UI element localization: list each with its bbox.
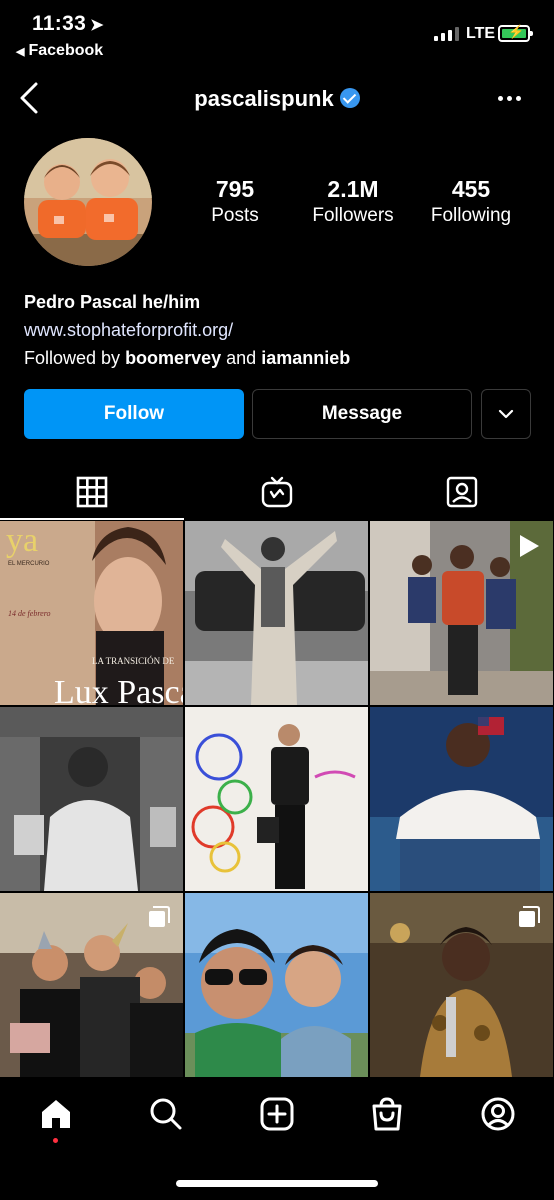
tagged-user-icon [446,476,478,508]
stat-posts[interactable]: 795 Posts [192,176,278,227]
bw-street-photo [185,521,368,705]
signal-icon [434,27,459,41]
more-options-button[interactable] [498,88,526,108]
profile-header: pascalispunk [0,78,554,122]
followed-by-prefix: Followed by [24,348,121,368]
magazine-cover-name: Lux Pascal [54,674,183,705]
verified-badge-icon [339,88,360,108]
search-icon [150,1098,182,1130]
home-icon [42,1100,70,1128]
nav-new-post[interactable] [257,1094,297,1134]
back-triangle-icon: ◀ [16,46,25,58]
profile-icon [481,1097,515,1131]
network-label: LTE [466,25,496,42]
nav-home[interactable] [36,1094,76,1134]
bottom-navigation [0,1080,554,1200]
message-button-label: Message [321,403,403,424]
add-post-icon [260,1097,294,1131]
battery-icon: ⚡ [498,24,533,42]
tab-tagged[interactable] [370,464,554,520]
post-thumbnail-magazine[interactable]: ya EL MERCURIO 14 de febrero LA TRANSICI… [0,521,183,705]
grid-icon [76,476,108,508]
video-play-icon [520,535,539,557]
message-button[interactable]: Message [252,389,472,439]
posts-grid: ya EL MERCURIO 14 de febrero LA TRANSICI… [0,521,554,1077]
igtv-icon [261,476,293,508]
shopping-bag-icon [372,1097,402,1131]
stat-posts-value: 795 [215,176,255,202]
stat-posts-label: Posts [211,205,259,226]
username-text: pascalispunk [194,86,334,111]
stat-followers-label: Followers [312,205,394,226]
back-to-app-link[interactable]: ◀ Facebook [16,42,103,60]
nav-profile[interactable] [478,1094,518,1134]
post-thumbnail[interactable] [185,707,368,891]
magazine-masthead: ya [6,522,38,559]
post-thumbnail-video[interactable] [370,521,553,705]
nav-shop[interactable] [367,1094,407,1134]
status-time: 11:33 ➤ [32,12,104,35]
post-thumbnail[interactable] [185,521,368,705]
suggested-accounts-button[interactable] [481,389,531,439]
followed-by-and: and [226,348,257,368]
carousel-icon [519,906,540,927]
portrait-photo [370,707,553,891]
profile-name: Pedro Pascal he/him [24,292,201,312]
post-thumbnail[interactable] [370,707,553,891]
follow-button-label: Follow [103,403,165,424]
profile-username: pascalispunk [0,86,554,112]
stat-following[interactable]: 455 Following [420,176,522,227]
followed-by-line[interactable]: Followed by boomervey and iamannieb [24,344,350,372]
magazine-subhead: EL MERCURIO [8,561,50,567]
bw-library-photo [0,707,183,891]
followed-by-user: iamannieb [261,348,351,368]
tab-posts-grid[interactable] [0,464,184,520]
stat-following-label: Following [430,205,512,226]
profile-bio: Pedro Pascal he/him www.stophateforprofi… [24,288,350,372]
profile-stats: 795 Posts 2.1M Followers 455 Following [0,176,554,236]
profile-tabs [0,464,554,520]
stat-followers-value: 2.1M [327,176,379,202]
nav-search[interactable] [146,1094,186,1134]
profile-website-link[interactable]: www.stophateforprofit.org/ [24,316,350,344]
stat-following-value: 455 [451,176,491,202]
post-thumbnail-carousel[interactable] [370,893,553,1077]
location-arrow-icon: ➤ [90,17,104,34]
carousel-icon [149,906,170,927]
notification-dot [53,1138,58,1143]
post-thumbnail[interactable] [185,893,368,1077]
tab-igtv[interactable] [185,464,369,520]
chevron-down-icon [498,409,514,419]
magazine-headline: LA TRANSICIÓN DE [92,656,175,666]
selfie-photo [185,893,368,1077]
post-thumbnail-carousel[interactable] [0,893,183,1077]
stat-followers[interactable]: 2.1M Followers [302,176,404,227]
home-indicator[interactable] [176,1180,378,1187]
status-bar: 11:33 ➤ ◀ Facebook LTE ⚡ [0,0,554,70]
follow-button[interactable]: Follow [24,389,244,439]
followed-by-user: boomervey [125,348,222,368]
back-app-label: Facebook [28,42,104,59]
scribble-art-photo [185,707,368,891]
magazine-cover-image: ya EL MERCURIO 14 de febrero LA TRANSICI… [0,521,183,705]
magazine-date: 14 de febrero [8,609,51,618]
post-thumbnail[interactable] [0,707,183,891]
